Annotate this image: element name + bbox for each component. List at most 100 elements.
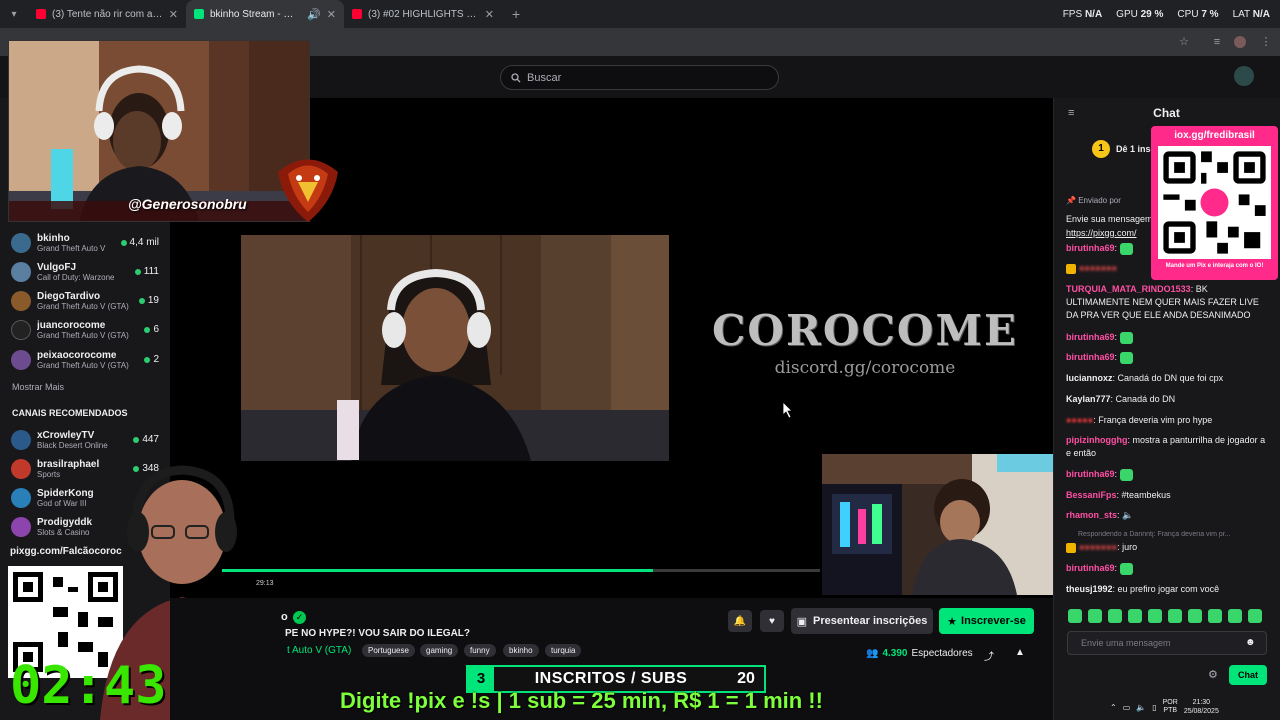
chat-username[interactable]: birutinha69 <box>1066 563 1115 573</box>
emote-icon[interactable] <box>1108 609 1122 623</box>
viewer-count: 447 <box>133 434 170 445</box>
close-tab-icon[interactable]: ✕ <box>169 8 178 21</box>
video-progress-bar[interactable] <box>222 569 820 572</box>
media-controls-icon[interactable]: ≡ <box>1209 34 1225 50</box>
chat-username[interactable]: birutinha69 <box>1066 243 1115 253</box>
chat-text: Canadá do DN <box>1115 394 1176 404</box>
emote-icon <box>1119 351 1133 364</box>
emote-icon[interactable] <box>1128 609 1142 623</box>
discord-link-text: discord.gg/corocome <box>774 358 956 378</box>
channel-name: juancorocome <box>37 319 106 331</box>
sidebar-channel-juancorocome[interactable]: juancorocome Grand Theft Auto V (GTA) 6 <box>0 315 170 344</box>
volume-icon[interactable]: 🔈 <box>1136 703 1146 712</box>
battery-icon[interactable]: ▯ <box>1152 703 1156 712</box>
browser-tab-2[interactable]: bkinho Stream - Watch Live 🔊 ✕ <box>186 0 344 28</box>
chat-username[interactable]: pipizinhogghg <box>1066 435 1127 445</box>
streamer-name[interactable]: o <box>281 611 288 623</box>
viewers-icon: 👥 <box>866 648 879 659</box>
user-avatar[interactable] <box>1234 66 1254 86</box>
tag-funny[interactable]: funny <box>464 644 496 657</box>
bookmark-star-icon[interactable]: ☆ <box>1176 34 1192 50</box>
share-icon[interactable]: ⤴ <box>984 648 994 663</box>
chat-username[interactable]: BessaniFps <box>1066 490 1117 500</box>
recommended-header: CANAIS RECOMENDADOS <box>12 408 128 418</box>
emote-icon[interactable] <box>1068 609 1082 623</box>
chat-username[interactable]: birutinha69 <box>1066 469 1115 479</box>
tray-overflow-icon[interactable]: ⌃ <box>1110 703 1117 712</box>
sidebar-channel-bkinho[interactable]: bkinho Grand Theft Auto V 4,4 mil <box>0 228 170 257</box>
chat-username[interactable]: birutinha69 <box>1066 332 1115 342</box>
subscribe-button[interactable]: ★ Inscrever-se <box>939 608 1034 634</box>
system-tray: ⌃ ▭ 🔈 ▯ POR PTB 21:30 25/08/2025 <box>1110 694 1280 720</box>
tag-turquia[interactable]: turquia <box>545 644 582 657</box>
tag-portuguese[interactable]: Portuguese <box>362 644 415 657</box>
chat-username[interactable]: luciannoxz <box>1066 373 1113 383</box>
new-tab-button[interactable]: + <box>502 6 530 22</box>
emote-icon[interactable] <box>1168 609 1182 623</box>
mouse-cursor-icon <box>783 402 793 418</box>
chat-message: ●●●●●●●: juro <box>1066 541 1266 554</box>
input-language[interactable]: POR PTB <box>1163 699 1178 715</box>
chat-message: birutinha69: <box>1066 331 1266 344</box>
tag-bkinho[interactable]: bkinho <box>503 644 539 657</box>
avatar <box>11 458 31 479</box>
chat-username[interactable]: theusj1992 <box>1066 584 1113 594</box>
sidebar-channel-xcrowleytv[interactable]: xCrowleyTV Black Desert Online 447 <box>0 425 170 454</box>
show-more-link[interactable]: Mostrar Mais <box>12 382 64 392</box>
audio-icon[interactable]: 🔊 <box>307 8 321 21</box>
chat-settings-gear-icon[interactable]: ⚙ <box>1208 668 1218 681</box>
emote-icon[interactable] <box>1188 609 1202 623</box>
network-icon[interactable]: ▭ <box>1123 703 1131 712</box>
chat-send-button[interactable]: Chat <box>1229 665 1267 685</box>
report-flag-icon[interactable]: ▲ <box>1015 647 1025 658</box>
emote-icon <box>1119 242 1133 255</box>
pix-donation-card: iox.gg/fredibrasil Mande um Pix e intera… <box>1151 126 1278 280</box>
chat-username[interactable]: TURQUIA_MATA_RINDO1533 <box>1066 284 1191 294</box>
browser-menu-icon[interactable]: ⋮ <box>1258 34 1274 50</box>
follow-heart-button[interactable]: ♥ <box>760 610 784 632</box>
sidebar-channel-peixaocorocome[interactable]: peixaocorocome Grand Theft Auto V (GTA) … <box>0 345 170 374</box>
tag-gaming[interactable]: gaming <box>420 644 459 657</box>
tab-search-chevron-icon[interactable]: ▾ <box>0 0 28 28</box>
system-clock[interactable]: 21:30 25/08/2025 <box>1184 698 1219 716</box>
channel-name: xCrowleyTV <box>37 429 95 441</box>
emote-icon[interactable] <box>1248 609 1262 623</box>
notification-bell-button[interactable]: 🔔 <box>728 610 752 632</box>
emote-icon[interactable] <box>1208 609 1222 623</box>
pix-ticker-text: Digite !pix e !s | 1 sub = 25 min, R$ 1 … <box>340 688 823 713</box>
emote-icon <box>1119 562 1133 575</box>
emoji-picker-icon[interactable]: ☻ <box>1245 637 1256 648</box>
sidebar-channel-diegotardivo[interactable]: DiegoTardivo Grand Theft Auto V (GTA) 19 <box>0 286 170 315</box>
speaker-emote-icon: 🔈 <box>1122 510 1134 520</box>
gift-prompt-text: Dê 1 insc <box>1116 144 1156 154</box>
gift-subs-button[interactable]: ▣ Presentear inscrições <box>791 608 933 634</box>
secondary-webcam-feed <box>822 454 1053 595</box>
game-category-link[interactable]: t Auto V (GTA) <box>287 645 351 656</box>
sidebar-channel-vulgofj[interactable]: VulgoFJ Call of Duty: Warzone 111 <box>0 257 170 286</box>
gift-sub-prompt[interactable]: 1 Dê 1 insc <box>1092 140 1156 158</box>
pinned-link[interactable]: https://pixgg.com/ <box>1066 228 1137 238</box>
performance-overlay: FPS N/A GPU 29 % CPU 7 % LAT N/A <box>1063 0 1270 28</box>
pix-card-footer: Mande um Pix e interaja com o IO! <box>1165 263 1264 269</box>
overlay-webcam-topleft <box>8 40 310 222</box>
chat-username[interactable]: Kaylan777 <box>1066 394 1111 404</box>
chat-title: Chat <box>1153 106 1180 120</box>
close-tab-icon[interactable]: ✕ <box>485 8 494 21</box>
chat-message: BessaniFps: #teambekus <box>1066 490 1171 500</box>
avatar <box>11 516 31 537</box>
browser-tab-3[interactable]: (3) #02 HIGHLIGHTS NAIPEX TE ✕ <box>344 0 502 28</box>
browser-tab-1[interactable]: (3) Tente não rir com a CoroCome ✕ <box>28 0 186 28</box>
emote-icon[interactable] <box>1228 609 1242 623</box>
emote-icon[interactable] <box>1148 609 1162 623</box>
close-tab-icon[interactable]: ✕ <box>327 8 336 21</box>
channel-name: VulgoFJ <box>37 261 77 273</box>
chat-username[interactable]: birutinha69 <box>1066 352 1115 362</box>
profile-icon[interactable] <box>1234 36 1246 48</box>
chat-message-input[interactable]: Envie uma mensagem <box>1067 631 1267 655</box>
emote-icon <box>1119 331 1133 344</box>
avatar <box>11 319 31 340</box>
chat-username[interactable]: rhamon_sts <box>1066 510 1117 520</box>
tab-title: (3) #02 HIGHLIGHTS NAIPEX TE <box>368 8 479 20</box>
emote-icon[interactable] <box>1088 609 1102 623</box>
search-input[interactable]: Buscar <box>500 65 779 90</box>
